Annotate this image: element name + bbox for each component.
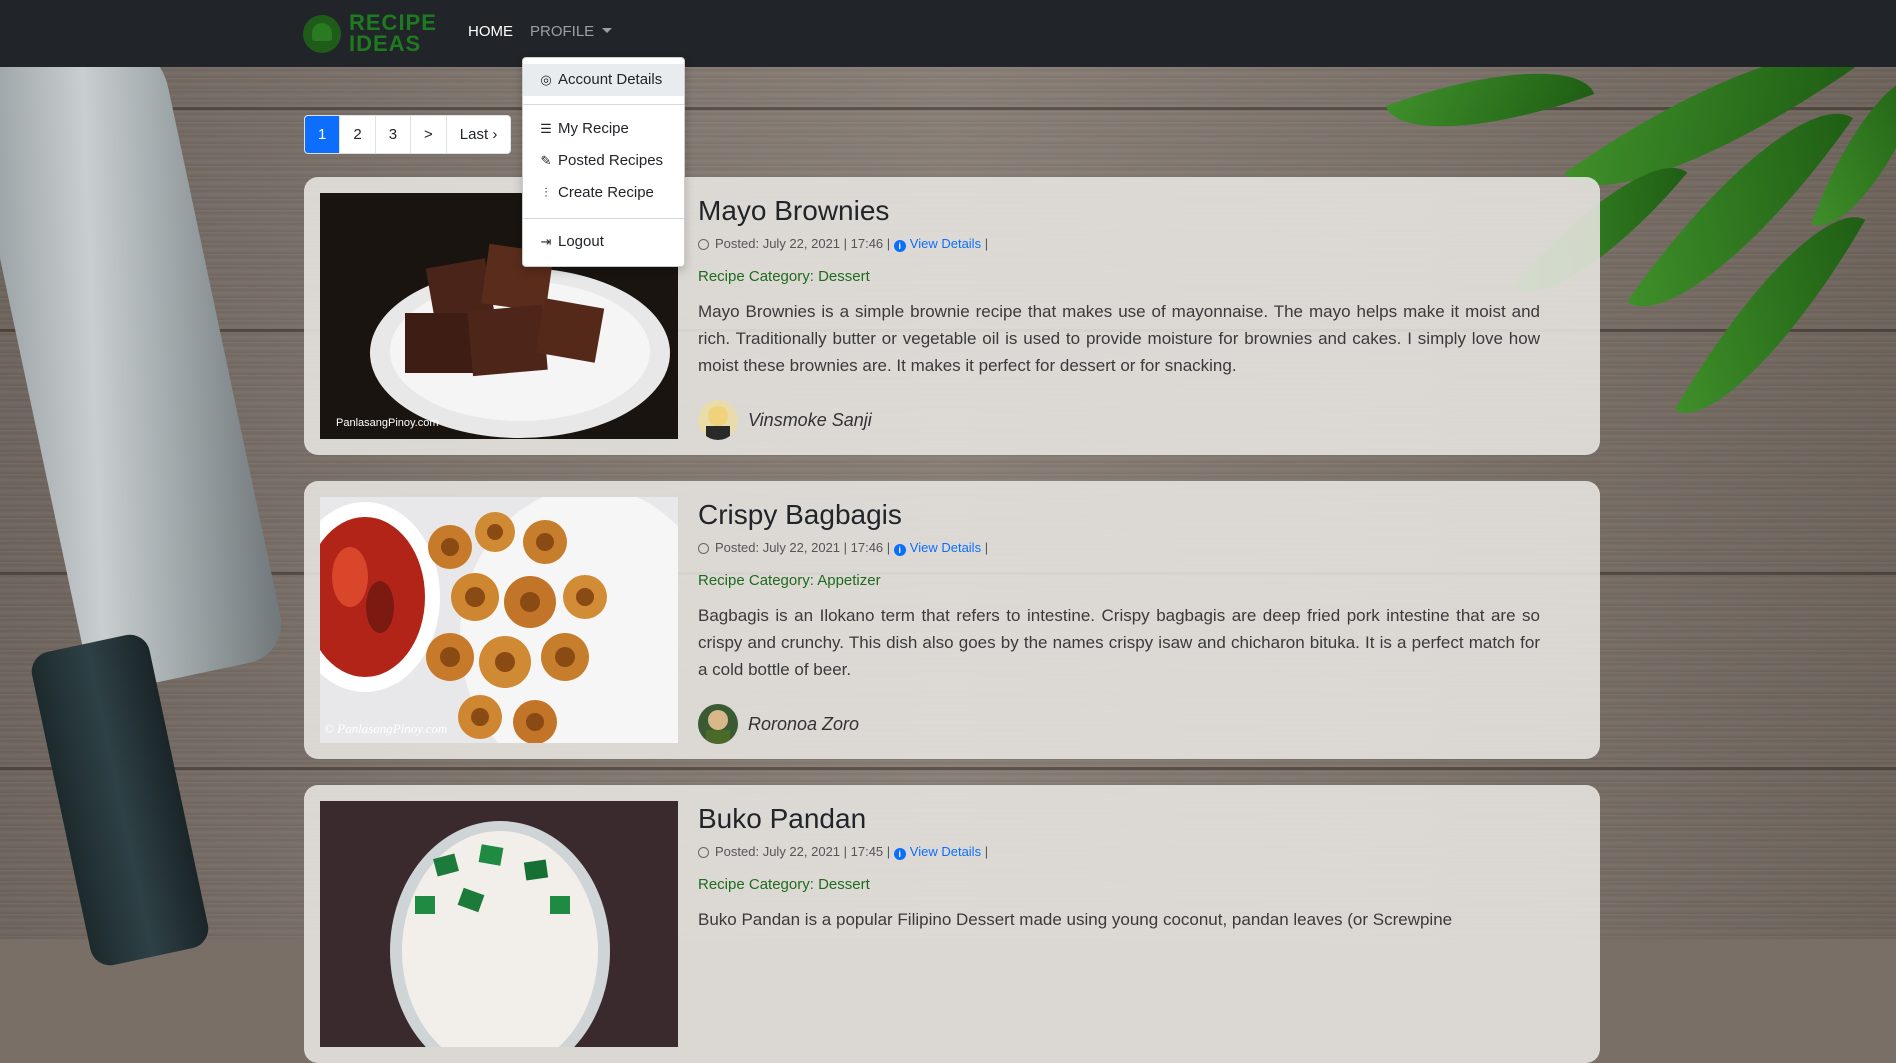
- recipe-category: Recipe Category: Appetizer: [698, 572, 881, 589]
- posted-date: Posted: July 22, 2021 | 17:46 |: [715, 540, 891, 555]
- logout-label: Logout: [558, 233, 604, 250]
- info-icon: i: [893, 240, 906, 252]
- recipe-card: PanlasangPinoy.com Mayo Brownies Posted:…: [304, 177, 1600, 455]
- info-icon: i: [893, 848, 906, 860]
- recipe-title: Buko Pandan: [698, 803, 867, 834]
- recipe-category: Recipe Category: Dessert: [698, 876, 870, 893]
- dropdown-divider: [523, 218, 684, 219]
- recipe-category: Recipe Category: Dessert: [698, 268, 870, 285]
- sign-out-icon: ⇥: [540, 234, 552, 249]
- nav-profile-dropdown[interactable]: PROFILE: [530, 23, 613, 40]
- account-details-label: Account Details: [558, 71, 663, 88]
- info-icon: i: [893, 544, 906, 556]
- next-page-button[interactable]: >: [411, 116, 447, 153]
- logo-text: RECIPE IDEAS: [349, 10, 437, 56]
- clock-icon: [698, 847, 709, 858]
- blog-icon: ✎: [540, 153, 552, 168]
- nav-home-link[interactable]: HOME: [468, 23, 513, 40]
- dropdown-my-recipe[interactable]: ☰ My Recipe: [523, 113, 684, 145]
- utensils-icon: ⫶: [544, 185, 548, 200]
- page-2-button[interactable]: 2: [340, 116, 376, 153]
- recipe-image-buko-pandan[interactable]: [320, 801, 678, 1047]
- site-logo[interactable]: RECIPE IDEAS: [303, 12, 443, 56]
- plank-line: [0, 767, 1896, 770]
- author-name: Vinsmoke Sanji: [748, 410, 872, 430]
- separator: |: [984, 844, 989, 859]
- image-watermark: © PanlasangPinoy.com: [324, 721, 447, 736]
- last-page-button[interactable]: Last ›: [447, 116, 511, 153]
- view-details-label: View Details: [909, 540, 982, 555]
- avatar: [698, 400, 738, 440]
- recipe-description: Bagbagis is an Ilokano term that refers …: [698, 606, 1540, 679]
- posted-date: Posted: July 22, 2021 | 17:45 |: [715, 844, 891, 859]
- profile-dropdown-menu: ◎ Account Details ☰ My Recipe ✎ Posted Reci…: [522, 57, 685, 267]
- top-navbar: RECIPE IDEAS HOME PROFILE: [0, 0, 1896, 67]
- dropdown-account-details[interactable]: ◎ Account Details: [523, 64, 684, 96]
- category-value: Appetizer: [817, 572, 881, 589]
- logo-line-2: IDEAS: [349, 31, 422, 56]
- posted-date: Posted: July 22, 2021 | 17:46 |: [715, 236, 891, 251]
- chef-hat-icon: [303, 15, 341, 53]
- author-name: Roronoa Zoro: [748, 714, 860, 734]
- recipe-description: Buko Pandan is a popular Filipino Desser…: [698, 910, 1453, 929]
- separator: |: [984, 236, 989, 251]
- clock-icon: [698, 543, 709, 554]
- category-label: Recipe Category:: [698, 268, 819, 285]
- page-1-button[interactable]: 1: [305, 116, 341, 153]
- recipe-card: © PanlasangPinoy.com Crispy Bagbagis Pos…: [304, 481, 1600, 759]
- user-circle-icon: ◎: [540, 72, 552, 87]
- dropdown-posted-recipes[interactable]: ✎ Posted Recipes: [523, 145, 684, 177]
- logo-line-1: RECIPE: [349, 10, 437, 35]
- image-watermark: PanlasangPinoy.com: [336, 417, 439, 429]
- dropdown-logout[interactable]: ⇥ Logout: [523, 226, 684, 258]
- page-3-button[interactable]: 3: [376, 116, 412, 153]
- avatar: [698, 704, 738, 744]
- recipe-title: Crispy Bagbagis: [698, 499, 902, 530]
- dropdown-divider: [523, 104, 684, 105]
- category-value: Dessert: [818, 876, 870, 893]
- view-details-link[interactable]: i View Details: [893, 844, 982, 860]
- view-details-label: View Details: [909, 844, 982, 859]
- recipe-image-bagbagis[interactable]: © PanlasangPinoy.com: [320, 497, 678, 743]
- posted-recipes-label: Posted Recipes: [558, 152, 664, 169]
- recipe-description: Mayo Brownies is a simple brownie recipe…: [698, 302, 1540, 375]
- list-icon: ☰: [540, 121, 552, 136]
- recipe-card: Buko Pandan Posted: July 22, 2021 | 17:4…: [304, 785, 1600, 1063]
- separator: |: [984, 540, 989, 555]
- category-label: Recipe Category:: [698, 876, 819, 893]
- recipe-meta: Posted: July 22, 2021 | 17:46 | i View De…: [698, 236, 988, 252]
- view-details-label: View Details: [909, 236, 982, 251]
- recipe-title: Mayo Brownies: [698, 195, 890, 226]
- view-details-link[interactable]: i View Details: [893, 540, 982, 556]
- dropdown-create-recipe[interactable]: ⫶ Create Recipe: [523, 177, 684, 209]
- category-value: Dessert: [818, 268, 870, 285]
- my-recipe-label: My Recipe: [558, 120, 629, 137]
- recipe-meta: Posted: July 22, 2021 | 17:46 | i View De…: [698, 540, 988, 556]
- recipe-meta: Posted: July 22, 2021 | 17:45 | i View De…: [698, 844, 988, 860]
- view-details-link[interactable]: i View Details: [893, 236, 982, 252]
- category-label: Recipe Category:: [698, 572, 818, 589]
- create-recipe-label: Create Recipe: [558, 184, 654, 201]
- plank-line: [0, 107, 1896, 110]
- caret-down-icon: [602, 28, 613, 33]
- nav-profile-label: PROFILE: [530, 23, 595, 40]
- pagination: 1 2 3 > Last ›: [304, 115, 512, 154]
- clock-icon: [698, 239, 709, 250]
